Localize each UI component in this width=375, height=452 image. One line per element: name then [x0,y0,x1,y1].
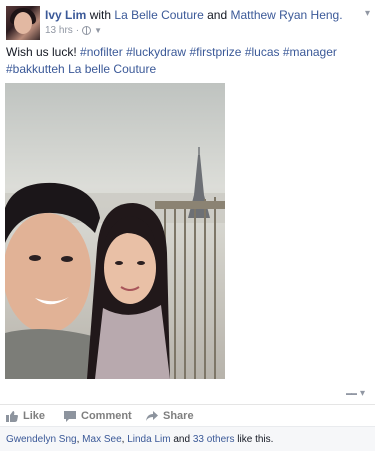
action-bar: Like Comment Share [0,404,375,427]
likes-and-text: and [173,434,191,445]
post-photo[interactable] [5,83,225,379]
share-label: Share [163,410,194,422]
share-arrow-icon [146,410,158,422]
liker-link[interactable]: Linda Lim [127,434,170,445]
with-text: with [89,8,112,22]
tagged-page-link[interactable]: La Belle Couture [114,8,203,22]
hashtag-link[interactable]: #lucas [245,45,280,59]
comment-button[interactable]: Comment [64,410,132,422]
others-link[interactable]: 33 others [193,434,235,445]
options-chevron-icon[interactable]: ▾ [360,388,365,399]
likes-summary: Gwendelyn Sng, Max See, Linda Lim and 33… [0,426,375,451]
selfie-illustration [5,83,225,379]
post-meta: 13 hrs · ▼ [45,25,102,36]
tagged-page-mention[interactable]: La belle Couture [68,62,156,76]
more-options-icon[interactable]: ▬▬ [346,391,357,397]
post-timestamp[interactable]: 13 hrs [45,25,73,36]
like-label: Like [23,410,46,422]
post-author-line: Ivy Lim with La Belle Couture and Matthe… [45,8,343,22]
likes-suffix: like this. [237,434,274,445]
tagged-person-link[interactable]: Matthew Ryan Heng. [231,8,343,22]
author-name-link[interactable]: Ivy Lim [45,8,86,22]
and-text: and [207,8,228,22]
meta-separator: · [75,25,80,36]
liker-link[interactable]: Gwendelyn Sng [6,434,77,445]
hashtag-link[interactable]: #bakkutteh [6,62,65,76]
photo-options[interactable]: ▬▬ ▾ [346,388,365,399]
status-text: Wish us luck! #nofilter #luckydraw #firs… [6,44,366,78]
audience-caret-icon[interactable]: ▼ [94,26,102,35]
facebook-post: Ivy Lim with La Belle Couture and Matthe… [0,0,375,451]
hashtag-link[interactable]: #firstprize [189,45,241,59]
post-menu-chevron-icon[interactable]: ▾ [365,8,370,19]
hashtag-link[interactable]: #nofilter [80,45,123,59]
thumbs-up-icon [6,410,18,422]
share-button[interactable]: Share [146,410,194,422]
comment-label: Comment [81,410,132,422]
post-header: Ivy Lim with La Belle Couture and Matthe… [6,6,370,40]
like-button[interactable]: Like [6,410,45,422]
globe-icon[interactable] [82,26,92,35]
author-avatar[interactable] [6,6,40,40]
status-prefix: Wish us luck! [6,45,77,59]
comment-icon [64,410,76,422]
liker-link[interactable]: Max See [82,434,121,445]
hashtag-link[interactable]: #luckydraw [126,45,186,59]
hashtag-link[interactable]: #manager [283,45,337,59]
